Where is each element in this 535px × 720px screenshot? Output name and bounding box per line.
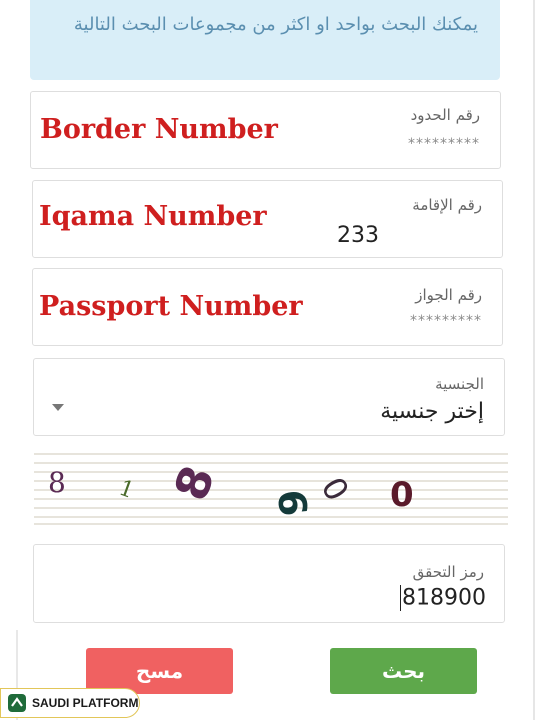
nationality-label: الجنسية [435, 375, 484, 393]
captcha-image: 8 1 8 9 0 0 [34, 448, 508, 526]
border-number-value: ********* [408, 136, 480, 152]
passport-number-field[interactable]: رقم الجواز ********* Passport Number [32, 268, 503, 346]
captcha-char-5: 0 [313, 471, 356, 508]
search-button-label: بحث [381, 659, 426, 683]
border-number-label: رقم الحدود [410, 106, 480, 124]
iqama-number-value: 233 [337, 223, 379, 248]
passport-number-annotation: Passport Number [39, 291, 303, 322]
verification-code-label: رمز التحقق [412, 563, 484, 581]
verification-code-field[interactable]: رمز التحقق 818900 [33, 544, 505, 623]
iqama-number-label: رقم الإقامة [412, 196, 482, 214]
text-cursor [400, 585, 402, 611]
clear-button-label: مسح [135, 659, 184, 683]
chevron-down-icon [52, 404, 64, 411]
search-button[interactable]: بحث [330, 648, 477, 694]
saudi-platform-label: SAUDI PLATFORM [32, 696, 139, 710]
captcha-char-3: 8 [163, 459, 225, 508]
border-number-annotation: Border Number [40, 114, 278, 145]
passport-number-value: ********* [410, 313, 482, 329]
info-text: يمكنك البحث بواحد او اكثر من مجموعات الب… [73, 14, 478, 35]
nationality-selected-value: إختر جنسية [380, 399, 484, 424]
info-alert: يمكنك البحث بواحد او اكثر من مجموعات الب… [30, 0, 500, 80]
captcha-char-6: 0 [390, 475, 414, 515]
iqama-number-annotation: Iqama Number [39, 201, 267, 232]
saudi-platform-badge: SAUDI PLATFORM [0, 688, 140, 718]
saudi-platform-logo-icon [8, 694, 26, 712]
captcha-char-4: 9 [271, 488, 317, 518]
captcha-char-1: 8 [48, 466, 66, 499]
passport-number-label: رقم الجواز [415, 286, 482, 304]
nationality-select[interactable]: الجنسية إختر جنسية [33, 358, 505, 436]
iqama-number-field[interactable]: رقم الإقامة 233 Iqama Number [32, 180, 503, 258]
border-number-field[interactable]: رقم الحدود ********* Border Number [30, 91, 501, 169]
verification-code-value: 818900 [402, 585, 486, 611]
verification-code-input: 818900 [400, 585, 486, 611]
